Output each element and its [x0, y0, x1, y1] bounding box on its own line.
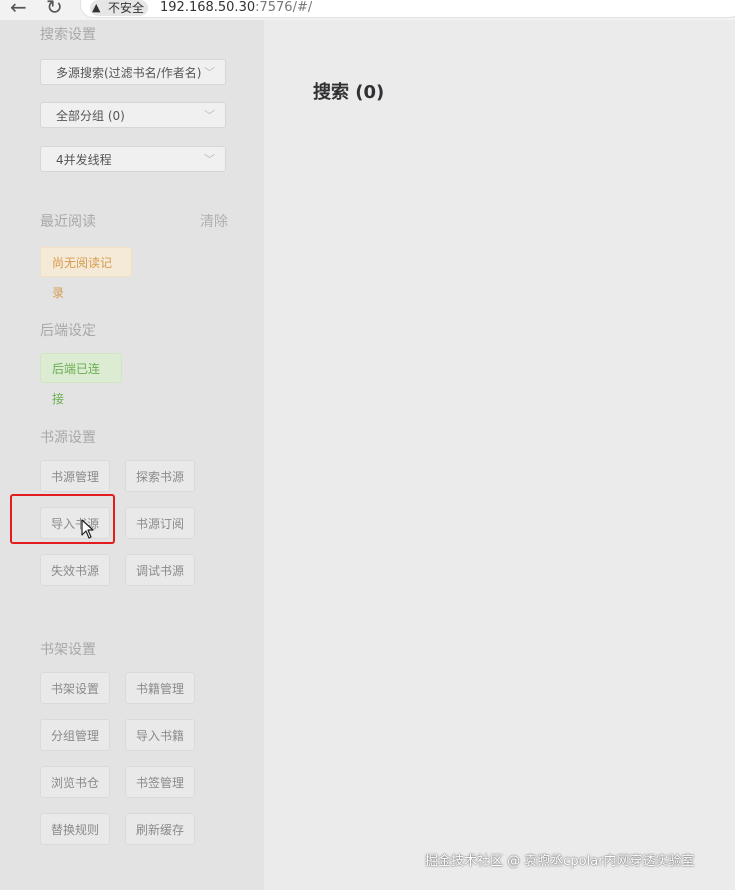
- security-label: 不安全: [108, 1, 145, 15]
- subscribe-sources-button[interactable]: 书源订阅: [125, 507, 195, 539]
- thread-select[interactable]: 4并发线程 ﹀: [40, 146, 226, 172]
- highlight-box: [10, 494, 115, 544]
- recent-reading-title: 最近阅读: [40, 214, 96, 230]
- search-results-title: 搜索 (0): [313, 82, 385, 103]
- shelf-settings-title: 书架设置: [40, 642, 96, 658]
- chevron-down-icon: ﹀: [204, 109, 215, 122]
- url-rest: :7576/#/: [255, 0, 313, 15]
- refresh-cache-button[interactable]: 刷新缓存: [125, 813, 195, 845]
- back-arrow-icon[interactable]: ←: [10, 0, 27, 18]
- url-host: 192.168.50.30: [160, 0, 256, 15]
- bookmark-management-button[interactable]: 书签管理: [125, 766, 195, 798]
- debug-sources-button[interactable]: 调试书源: [125, 554, 195, 586]
- security-indicator[interactable]: ▲ 不安全: [90, 0, 148, 16]
- mouse-pointer-icon: [81, 519, 94, 539]
- no-reading-badge: 尚无阅读记录: [40, 247, 132, 300]
- clear-history-link[interactable]: 清除: [200, 211, 228, 231]
- source-search-value: 多源搜索(过滤书名/作者名): [56, 66, 202, 80]
- browse-library-button[interactable]: 浏览书仓: [40, 766, 110, 798]
- group-select[interactable]: 全部分组 (0) ﹀: [40, 102, 226, 128]
- thread-value: 4并发线程: [56, 153, 112, 167]
- source-settings-title: 书源设置: [40, 430, 96, 446]
- warning-triangle-icon: ▲: [92, 1, 101, 14]
- shelf-settings-button[interactable]: 书架设置: [40, 672, 110, 704]
- backend-status-badge: 后端已连接: [40, 353, 122, 406]
- watermark: 掘金技术社区 @ 袁煦丞cpolar内网穿透实验室: [425, 854, 695, 869]
- group-management-button[interactable]: 分组管理: [40, 719, 110, 751]
- browser-toolbar: ← ↻ ▲ 不安全 192.168.50.30:7576/#/: [0, 0, 735, 20]
- invalid-sources-button[interactable]: 失效书源: [40, 554, 110, 586]
- search-settings-title: 搜索设置: [40, 27, 96, 43]
- chevron-down-icon: ﹀: [204, 153, 215, 166]
- manage-sources-button[interactable]: 书源管理: [40, 460, 110, 492]
- chevron-down-icon: ﹀: [204, 66, 215, 79]
- import-books-button[interactable]: 导入书籍: [125, 719, 195, 751]
- url-text[interactable]: 192.168.50.30:7576/#/: [160, 0, 312, 16]
- source-search-select[interactable]: 多源搜索(过滤书名/作者名) ﹀: [40, 59, 226, 85]
- backend-settings-title: 后端设定: [40, 323, 96, 339]
- explore-sources-button[interactable]: 探索书源: [125, 460, 195, 492]
- group-value: 全部分组 (0): [56, 109, 125, 123]
- reload-icon[interactable]: ↻: [46, 0, 63, 18]
- replace-rules-button[interactable]: 替换规则: [40, 813, 110, 845]
- book-management-button[interactable]: 书籍管理: [125, 672, 195, 704]
